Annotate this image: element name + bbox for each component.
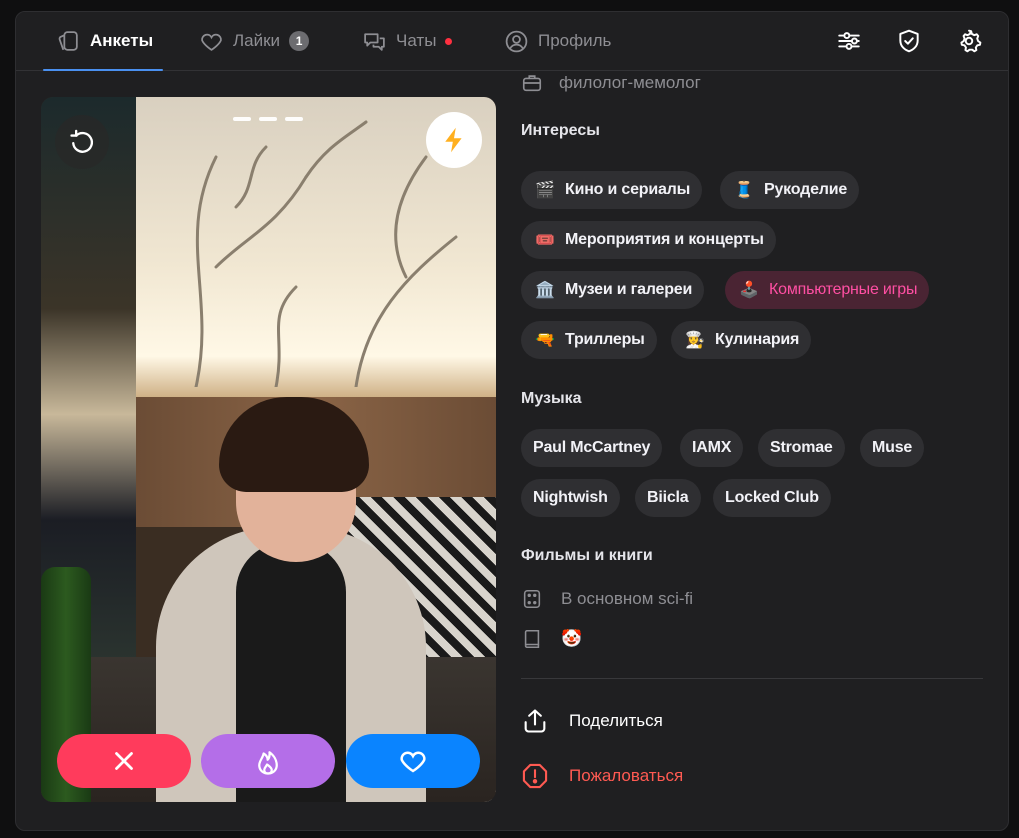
music-chip: Biicla	[635, 479, 701, 517]
tab-chats-label: Чаты	[396, 31, 437, 50]
clown-emoji: 🤡	[561, 629, 583, 648]
settings-gear-icon[interactable]	[956, 28, 982, 54]
filters-icon[interactable]	[836, 28, 862, 54]
heart-icon	[201, 33, 222, 51]
report-link[interactable]: Пожаловаться	[521, 762, 683, 790]
museum-emoji: 🏛️	[535, 282, 555, 299]
shield-check-icon[interactable]	[896, 28, 922, 54]
briefcase-icon	[522, 75, 542, 92]
cook-emoji: 👩‍🍳	[685, 332, 705, 349]
interest-chip: 🎟️ Мероприятия и концерты	[521, 221, 776, 259]
tab-likes-label: Лайки	[233, 31, 281, 50]
warning-octagon-icon	[522, 763, 548, 789]
interests-title: Интересы	[521, 122, 600, 139]
music-chip: Muse	[860, 429, 925, 467]
undo-button[interactable]	[55, 115, 109, 169]
unread-dot	[445, 37, 453, 45]
share-upload-icon	[524, 709, 546, 733]
films-text: В основном sci-fi	[561, 589, 694, 608]
tab-profile-label: Профиль	[538, 31, 612, 50]
tab-profiles[interactable]: Анкеты	[42, 12, 164, 71]
music-chip: Paul McCartney	[521, 429, 663, 467]
likes-count-badge: 1	[289, 31, 310, 51]
ticket-emoji: 🎟️	[535, 232, 555, 249]
superlike-button[interactable]	[201, 734, 335, 788]
clapperboard-emoji: 🎬	[535, 182, 555, 199]
book-icon	[524, 629, 540, 649]
music-chip: Locked Club	[713, 479, 831, 517]
job-text: филолог-мемолог	[559, 73, 701, 92]
lightning-icon	[445, 127, 462, 153]
interest-chip: 🧵 Рукоделие	[720, 171, 860, 209]
cards-icon	[58, 30, 78, 51]
top-navigation: Анкеты Лайки 1 Чаты Профиль	[16, 12, 1008, 71]
wall-relief-decoration	[194, 120, 458, 387]
films-row: В основном sci-fi	[521, 588, 693, 610]
boost-button[interactable]	[426, 112, 482, 168]
tab-chats[interactable]: Чаты	[362, 12, 453, 70]
interest-chip-common: 🕹️ Компьютерные игры	[725, 271, 930, 309]
water-pistol-emoji: 🔫	[535, 332, 555, 349]
undo-icon	[70, 129, 94, 153]
profile-info-panel: филолог-мемолог Интересы 🎬 Кино и сериалы…	[521, 70, 991, 830]
music-title: Музыка	[521, 390, 582, 407]
dislike-button[interactable]	[57, 734, 191, 788]
music-chip: Stromae	[758, 429, 845, 467]
music-chip: IAMX	[680, 429, 744, 467]
music-chip: Nightwish	[521, 479, 620, 517]
user-circle-icon	[505, 30, 528, 52]
interest-chip: 🔫 Триллеры	[521, 321, 657, 359]
top-actions	[836, 28, 982, 54]
interest-chip: 🏛️ Музеи и галереи	[521, 271, 705, 309]
photo-progress-indicator	[233, 117, 303, 121]
divider	[521, 678, 983, 679]
tab-likes[interactable]: Лайки 1	[199, 12, 310, 70]
films-books-title: Фильмы и книги	[521, 547, 653, 564]
chat-bubbles-icon	[364, 32, 385, 51]
like-button[interactable]	[346, 734, 480, 788]
app-window: Анкеты Лайки 1 Чаты Профиль филолог-мемо…	[15, 11, 1009, 831]
books-row: 🤡	[521, 628, 582, 650]
interest-chip: 🎬 Кино и сериалы	[521, 171, 703, 209]
close-icon	[115, 752, 133, 770]
tab-profile[interactable]: Профиль	[504, 12, 611, 70]
heart-icon	[400, 751, 426, 773]
thread-emoji: 🧵	[734, 182, 754, 199]
interest-chip: 👩‍🍳 Кулинария	[671, 321, 812, 359]
profile-photo[interactable]	[41, 97, 496, 802]
share-label: Поделиться	[569, 711, 663, 730]
job-row: филолог-мемолог	[521, 72, 701, 94]
tab-profiles-label: Анкеты	[90, 31, 154, 50]
joystick-emoji: 🕹️	[739, 282, 759, 299]
report-label: Пожаловаться	[569, 766, 684, 785]
dice-icon	[523, 589, 541, 609]
flame-icon	[258, 751, 278, 775]
share-link[interactable]: Поделиться	[521, 707, 663, 735]
